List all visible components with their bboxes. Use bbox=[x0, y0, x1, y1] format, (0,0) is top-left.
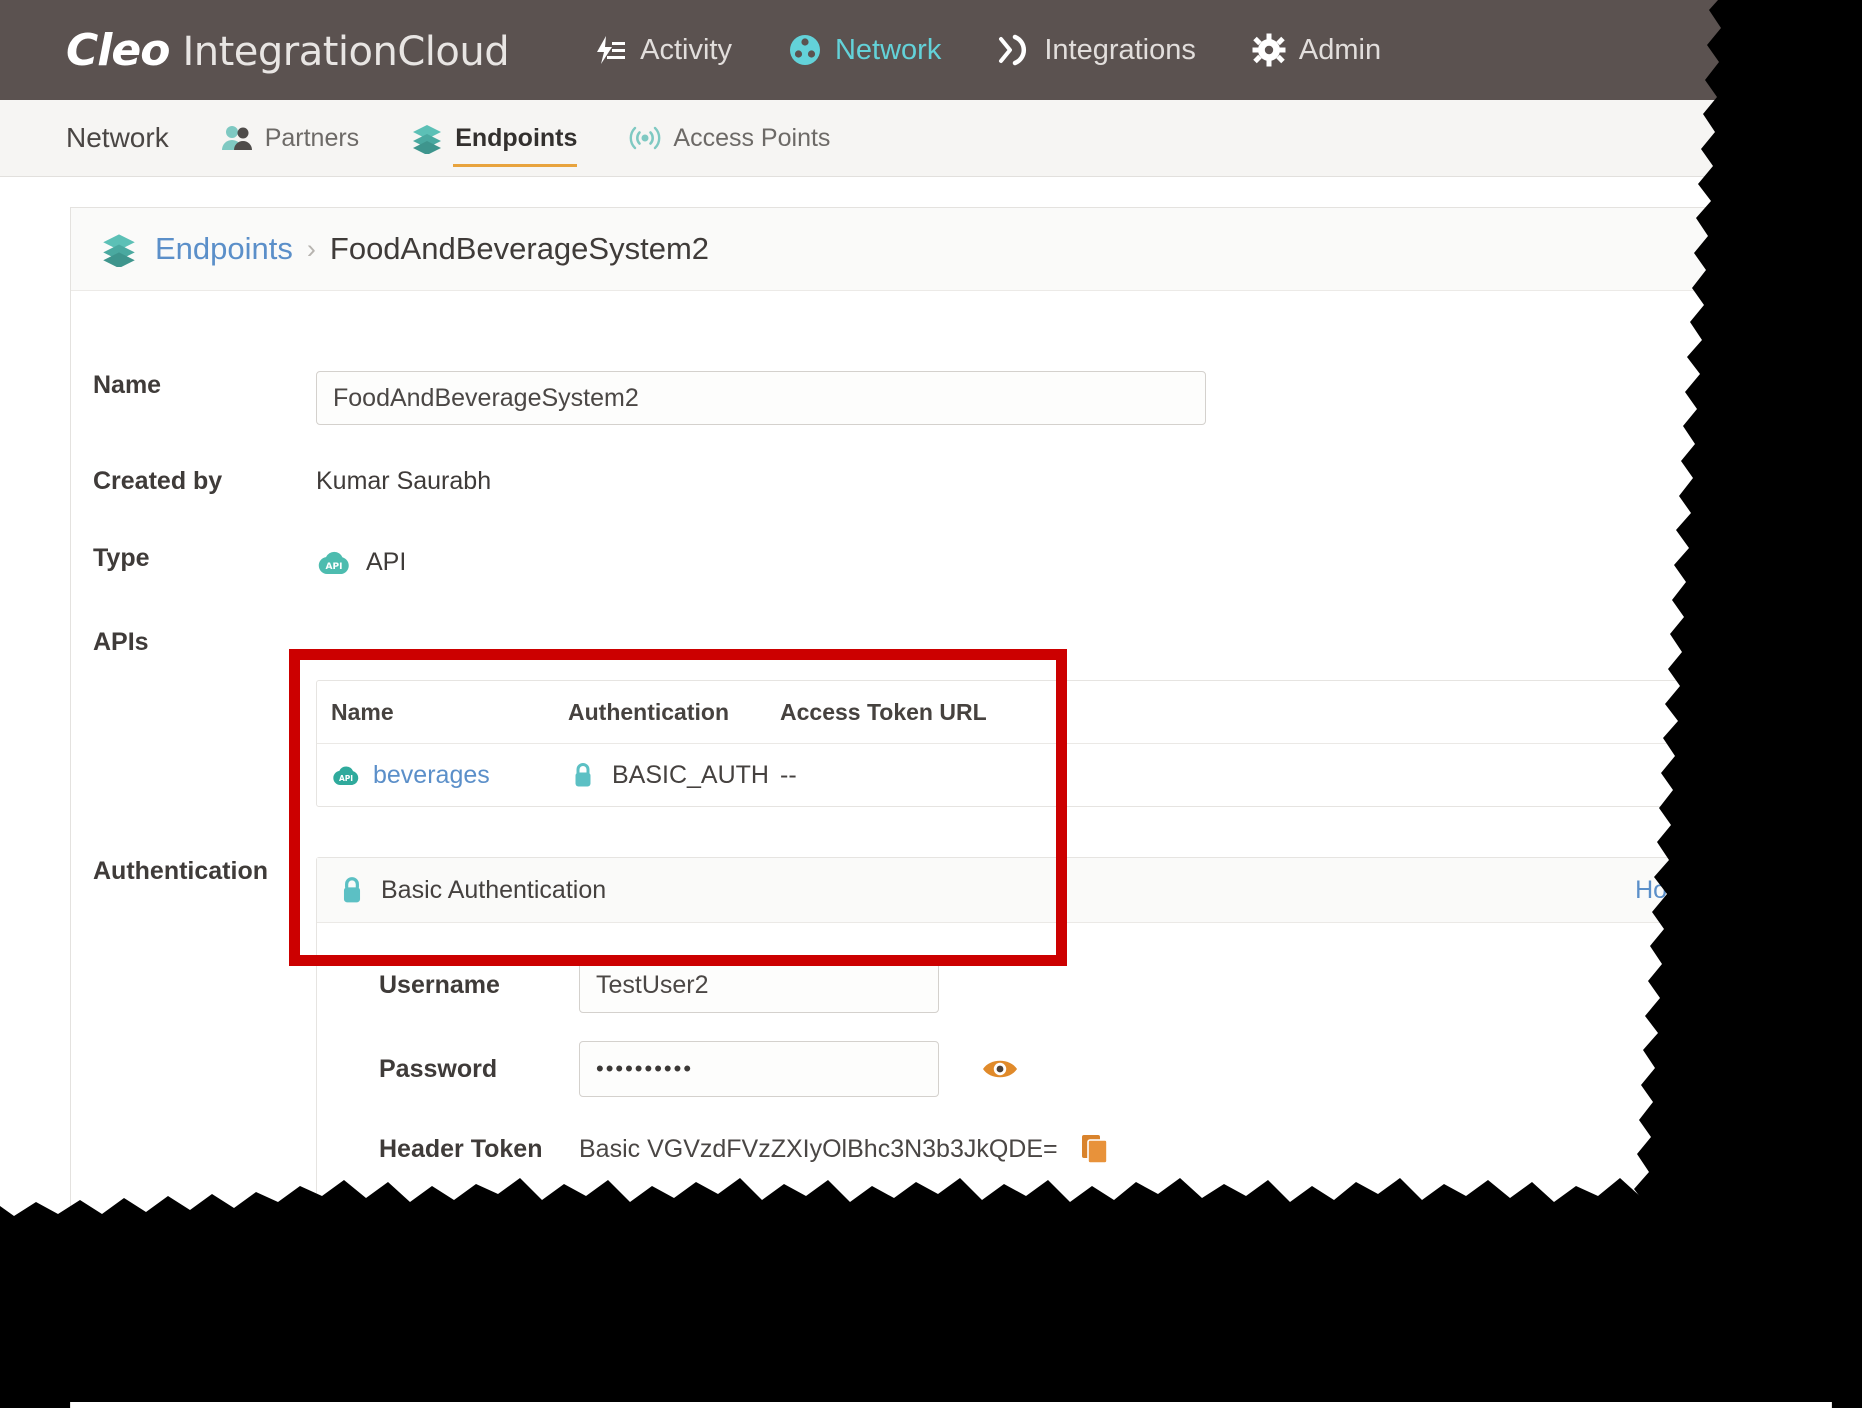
activity-icon bbox=[593, 33, 627, 67]
endpoints-icon bbox=[411, 122, 443, 154]
endpoint-detail-card: Endpoints › FoodAndBeverageSystem2 Name … bbox=[70, 207, 1832, 1408]
eye-icon[interactable] bbox=[981, 1052, 1019, 1086]
label-password: Password bbox=[379, 1054, 498, 1083]
topnav-item-integrations[interactable]: Integrations bbox=[997, 33, 1196, 67]
subnav-label-endpoints: Endpoints bbox=[455, 123, 578, 152]
breadcrumb-current-endpoint: FoodAndBeverageSystem2 bbox=[329, 231, 710, 266]
auth-row-header-token: Header Token Basic VGVzdFVzZXIyOlBhc3N3b… bbox=[317, 1133, 1805, 1165]
api-link-beverages[interactable]: beverages bbox=[373, 761, 490, 790]
top-navigation-bar: Cleo IntegrationCloud Activity Network I… bbox=[0, 0, 1862, 100]
copy-icon[interactable] bbox=[1080, 1133, 1110, 1165]
label-username: Username bbox=[379, 970, 500, 999]
svg-text:API: API bbox=[326, 562, 343, 572]
label-authentication: Authentication bbox=[93, 857, 268, 885]
auth-row-username: Username TestUser2 bbox=[317, 957, 1805, 1013]
field-row-name: Name FoodAndBeverageSystem2 bbox=[71, 371, 1831, 425]
field-row-authentication: Authentication Basic Authentication How … bbox=[71, 857, 1831, 1212]
topnav-item-network[interactable]: Network bbox=[788, 33, 941, 67]
breadcrumb: Endpoints › FoodAndBeverageSystem2 bbox=[71, 208, 1831, 291]
label-type: Type bbox=[93, 544, 150, 572]
topnav-label-network: Network bbox=[834, 33, 942, 66]
subnav-label-partners: Partners bbox=[264, 123, 360, 152]
section-navigation-bar: Network Partners Endpoints Access Points bbox=[0, 100, 1862, 177]
type-value-label: API bbox=[366, 547, 407, 576]
top-nav-items: Activity Network Integrations Admin bbox=[593, 33, 1437, 67]
created-by-value: Kumar Saurabh bbox=[316, 467, 492, 495]
subnav-tab-partners[interactable]: Partners bbox=[221, 101, 359, 175]
breadcrumb-separator-icon: › bbox=[306, 233, 316, 264]
apis-col-header-authentication: Authentication bbox=[568, 698, 729, 725]
topnav-label-admin: Admin bbox=[1298, 33, 1382, 66]
gear-icon bbox=[1252, 33, 1286, 67]
topnav-item-admin[interactable]: Admin bbox=[1252, 33, 1381, 67]
apis-col-header-name: Name bbox=[331, 698, 394, 725]
authentication-panel: Basic Authentication How to use... Usern… bbox=[316, 857, 1806, 1212]
header-token-value: Basic VGVzdFVzZXIyOlBhc3N3b3JkQDE= bbox=[579, 1134, 1058, 1163]
topnav-label-integrations: Integrations bbox=[1044, 33, 1196, 66]
password-input[interactable]: •••••••••• bbox=[579, 1041, 939, 1097]
network-icon bbox=[788, 33, 822, 67]
endpoint-form: Name FoodAndBeverageSystem2 Created by K… bbox=[71, 291, 1831, 1212]
screenshot-canvas: Cleo IntegrationCloud Activity Network I… bbox=[0, 0, 1862, 1408]
integrations-icon bbox=[997, 33, 1031, 67]
type-value-group: API API bbox=[316, 544, 1831, 580]
label-created-by: Created by bbox=[93, 467, 223, 495]
access-points-icon bbox=[629, 122, 661, 154]
authentication-panel-body: Username TestUser2 Password •••••••••• H… bbox=[317, 923, 1805, 1211]
brand-name-integrationcloud: IntegrationCloud bbox=[182, 28, 510, 75]
subnav-tab-endpoints[interactable]: Endpoints bbox=[411, 101, 578, 175]
table-row[interactable]: API beverages BASIC_AUTH -- bbox=[317, 744, 1805, 806]
edit-apis-button[interactable] bbox=[1760, 628, 1806, 668]
label-name: Name bbox=[93, 371, 162, 399]
apis-table-header: Name Authentication Access Token URL bbox=[317, 681, 1805, 744]
endpoints-icon bbox=[101, 231, 137, 267]
subnav-tab-access-points[interactable]: Access Points bbox=[629, 101, 830, 175]
api-cloud-icon: API bbox=[316, 544, 352, 580]
apis-table: Name Authentication Access Token URL API bbox=[316, 680, 1806, 807]
brand-logo[interactable]: Cleo IntegrationCloud bbox=[66, 24, 510, 76]
svg-text:API: API bbox=[339, 774, 353, 783]
apis-cell-access-token-url: -- bbox=[780, 760, 797, 789]
partners-icon bbox=[221, 122, 253, 154]
api-cloud-icon: API bbox=[331, 760, 361, 790]
apis-col-header-access-token-url: Access Token URL bbox=[780, 698, 987, 725]
auth-row-password: Password •••••••••• bbox=[317, 1041, 1805, 1097]
field-row-type: Type API API bbox=[71, 544, 1831, 580]
subnav-label-access-points: Access Points bbox=[673, 123, 831, 152]
label-header-token: Header Token bbox=[379, 1134, 543, 1163]
authentication-type-title: Basic Authentication bbox=[381, 875, 607, 904]
brand-name-cleo: Cleo bbox=[66, 24, 170, 76]
pencil-icon bbox=[1773, 638, 1794, 660]
name-input[interactable]: FoodAndBeverageSystem2 bbox=[316, 371, 1206, 425]
how-to-use-link[interactable]: How to use... bbox=[1635, 876, 1781, 905]
apis-cell-authentication: BASIC_AUTH bbox=[568, 760, 780, 790]
lock-icon bbox=[337, 875, 367, 905]
field-row-apis: APIs Name Authentication Access Token UR… bbox=[71, 628, 1831, 807]
breadcrumb-link-endpoints[interactable]: Endpoints bbox=[155, 231, 293, 267]
username-input[interactable]: TestUser2 bbox=[579, 957, 939, 1013]
topnav-item-activity[interactable]: Activity bbox=[593, 33, 732, 67]
topnav-label-activity: Activity bbox=[640, 33, 732, 66]
field-row-created-by: Created by Kumar Saurabh bbox=[71, 467, 1831, 496]
apis-cell-auth-label: BASIC_AUTH bbox=[612, 760, 769, 789]
label-apis: APIs bbox=[93, 628, 149, 656]
apis-cell-name: API beverages bbox=[331, 760, 568, 790]
lock-icon bbox=[568, 760, 598, 790]
section-title: Network bbox=[66, 122, 169, 153]
authentication-panel-header: Basic Authentication How to use... bbox=[317, 858, 1805, 923]
